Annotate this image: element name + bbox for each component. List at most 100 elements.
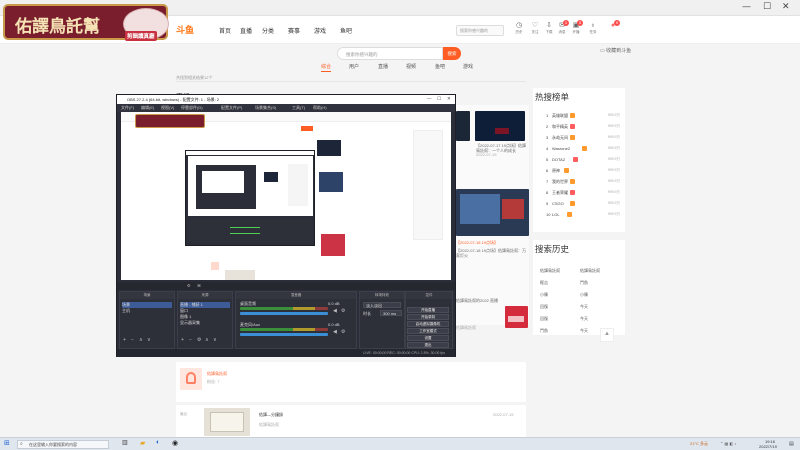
taskbar-date[interactable]: 2022/7/19 — [759, 444, 777, 449]
header-history[interactable]: ◷ 历史 — [514, 22, 524, 35]
close-button[interactable]: ✕ — [782, 2, 790, 12]
site-logo[interactable]: 斗鱼 — [176, 23, 194, 36]
transition-duration-input[interactable]: 300 ms — [380, 310, 402, 316]
mixer-mic-slider[interactable] — [240, 333, 328, 336]
hot-list-item[interactable]: 10 LOL 999.9万 — [546, 212, 620, 222]
windows-start-icon[interactable]: ⊞ — [4, 439, 10, 447]
obs-menu-profile[interactable]: 配置文件(P) — [221, 105, 242, 111]
history-item[interactable]: 佑譯鳥託幫 — [580, 268, 600, 274]
nav-events[interactable]: 赛事 — [288, 26, 300, 35]
scene-remove-icon[interactable]: − — [131, 337, 134, 343]
tab-user[interactable]: 用户 — [349, 63, 359, 70]
tab-all[interactable]: 综合 — [321, 63, 332, 72]
nav-games[interactable]: 游戏 — [314, 26, 326, 35]
tray-icons[interactable]: ⌃ ▦ ◧ ♪ — [720, 441, 736, 446]
nav-fishbar[interactable]: 鱼吧 — [340, 26, 352, 35]
obs-menu-view[interactable]: 视图(V) — [161, 105, 174, 111]
maximize-button[interactable]: ☐ — [763, 2, 771, 12]
hot-list-item[interactable]: 9 CSGO 999.9万 — [546, 201, 620, 211]
start-virtual-camera-button[interactable]: 启动虚拟摄像机 — [407, 321, 449, 327]
studio-mode-button[interactable]: 工作室模式 — [407, 328, 449, 334]
user-name[interactable]: 佑譯鳥託幫 — [207, 371, 227, 376]
result-thumb-3[interactable] — [505, 306, 528, 328]
result-thumb-1[interactable] — [475, 111, 525, 141]
notification-icon[interactable]: ▤ — [789, 441, 794, 447]
edge-icon[interactable]: ◐ — [156, 439, 160, 446]
favorite-link[interactable]: ▭ 收藏到斗鱼 — [600, 47, 631, 54]
start-streaming-button[interactable]: 开始直播 — [407, 307, 449, 313]
hot-list-item[interactable]: 6 原神 999.9万 — [546, 168, 620, 178]
result-thumb-2[interactable] — [456, 189, 529, 236]
obs-close-button[interactable]: ✕ — [447, 96, 451, 102]
history-item[interactable]: 今天 — [580, 328, 588, 334]
gear-icon[interactable]: ⚙ — [341, 308, 345, 314]
header-download[interactable]: ⇩ 下载 — [544, 22, 554, 35]
source-item-4[interactable]: 显示器采集 — [180, 320, 200, 326]
scroll-top-button[interactable]: ▲ — [600, 328, 614, 342]
result-thumb-1a[interactable] — [456, 111, 470, 141]
obs-menu-file[interactable]: 文件(F) — [121, 105, 134, 111]
hot-list-item[interactable]: 3 永劫无间 999.9万 — [546, 135, 620, 145]
obs-menu-help[interactable]: 帮助(H) — [313, 105, 327, 111]
history-item[interactable]: 回復 — [540, 304, 548, 310]
video-thumb[interactable] — [204, 408, 250, 436]
scene-down-icon[interactable]: ∨ — [147, 337, 151, 343]
speaker-icon[interactable]: ◀ — [333, 308, 337, 314]
obs-menu-tools[interactable]: 工具(T) — [292, 105, 305, 111]
gear-icon[interactable]: ⚙ — [187, 283, 191, 288]
file-explorer-icon[interactable]: ▰ — [140, 439, 145, 447]
tab-live[interactable]: 直播 — [378, 63, 388, 70]
transition-select[interactable]: 淡入淡出 — [363, 302, 401, 308]
nav-home[interactable]: 首页 — [219, 26, 231, 35]
header-follow[interactable]: ♡ 关注 — [530, 22, 540, 35]
nav-category[interactable]: 分类 — [262, 26, 274, 35]
video-title[interactable]: 佑譯—分鐘錄 — [259, 412, 283, 417]
nav-live[interactable]: 直播 — [240, 26, 252, 35]
filter-icon[interactable]: ⌘ — [197, 283, 201, 288]
tab-video[interactable]: 视频 — [406, 63, 416, 70]
gear-icon[interactable]: ⚙ — [341, 329, 345, 335]
history-item[interactable]: 小陳 — [540, 292, 548, 298]
microphone-icon[interactable]: ◀ — [333, 329, 337, 335]
hot-list-item[interactable]: 5 DOTA2 999.9万 — [546, 157, 620, 167]
source-remove-icon[interactable]: − — [189, 337, 192, 343]
history-item[interactable]: 回復 — [540, 316, 548, 322]
history-item[interactable]: 鬥魚 — [580, 280, 588, 286]
obs-menu-scene-collection[interactable]: 场景集合(S) — [255, 105, 276, 111]
hot-list-item[interactable]: 1 英雄联盟 999.9万 — [546, 113, 620, 123]
weather-widget[interactable]: 21°C 多云 — [690, 441, 708, 447]
taskbar-search-input[interactable]: ⌕ 在这里输入你要搜索的内容 — [17, 440, 109, 449]
scene-up-icon[interactable]: ∧ — [139, 337, 143, 343]
obs-menu-docks[interactable]: 停靠部件(D) — [181, 105, 203, 111]
obs-menu-edit[interactable]: 编辑(E) — [141, 105, 154, 111]
task-view-icon[interactable]: ▥ — [122, 439, 128, 446]
history-item[interactable]: 輕吉 — [540, 280, 548, 286]
settings-button[interactable]: 设置 — [407, 335, 449, 341]
history-item[interactable]: 今天 — [580, 304, 588, 310]
mixer-desktop-slider[interactable] — [240, 312, 328, 315]
scene-item-2[interactable]: 主机 — [122, 308, 130, 314]
obs-maximize-button[interactable]: ☐ — [437, 96, 441, 102]
history-item[interactable]: 小陳 — [580, 292, 588, 298]
start-recording-button[interactable]: 开始录制 — [407, 314, 449, 320]
exit-button[interactable]: 退出 — [407, 342, 449, 348]
obs-taskbar-icon[interactable]: ◉ — [172, 439, 178, 447]
search-input[interactable]: 搜索你感兴趣的 — [337, 47, 443, 60]
hot-list-item[interactable]: 2 和平精英 999.9万 — [546, 124, 620, 134]
history-item[interactable]: 鬥魚 — [540, 328, 548, 334]
source-up-icon[interactable]: ∧ — [205, 337, 209, 343]
source-add-icon[interactable]: + — [181, 337, 184, 343]
tab-fishbar[interactable]: 鱼吧 — [435, 63, 445, 70]
header-task[interactable]: ♁ 任务 — [588, 22, 598, 35]
source-down-icon[interactable]: ∨ — [213, 337, 217, 343]
header-search-input[interactable]: 搜索你感兴趣的 — [456, 25, 504, 36]
hot-list-item[interactable]: 4 Warzone2 999.9万 — [546, 146, 620, 156]
scene-add-icon[interactable]: + — [123, 337, 126, 343]
result-title-3[interactable]: 佑譯鳥託幫的2022 直播 — [456, 298, 504, 314]
history-item[interactable]: 今天 — [580, 316, 588, 322]
obs-preview[interactable] — [121, 112, 451, 280]
history-item[interactable]: 佑譯鳥託幫 — [540, 268, 560, 274]
hot-list-item[interactable]: 7 我的世界 999.9万 — [546, 179, 620, 189]
obs-minimize-button[interactable]: — — [427, 96, 432, 101]
user-avatar[interactable] — [180, 368, 202, 390]
